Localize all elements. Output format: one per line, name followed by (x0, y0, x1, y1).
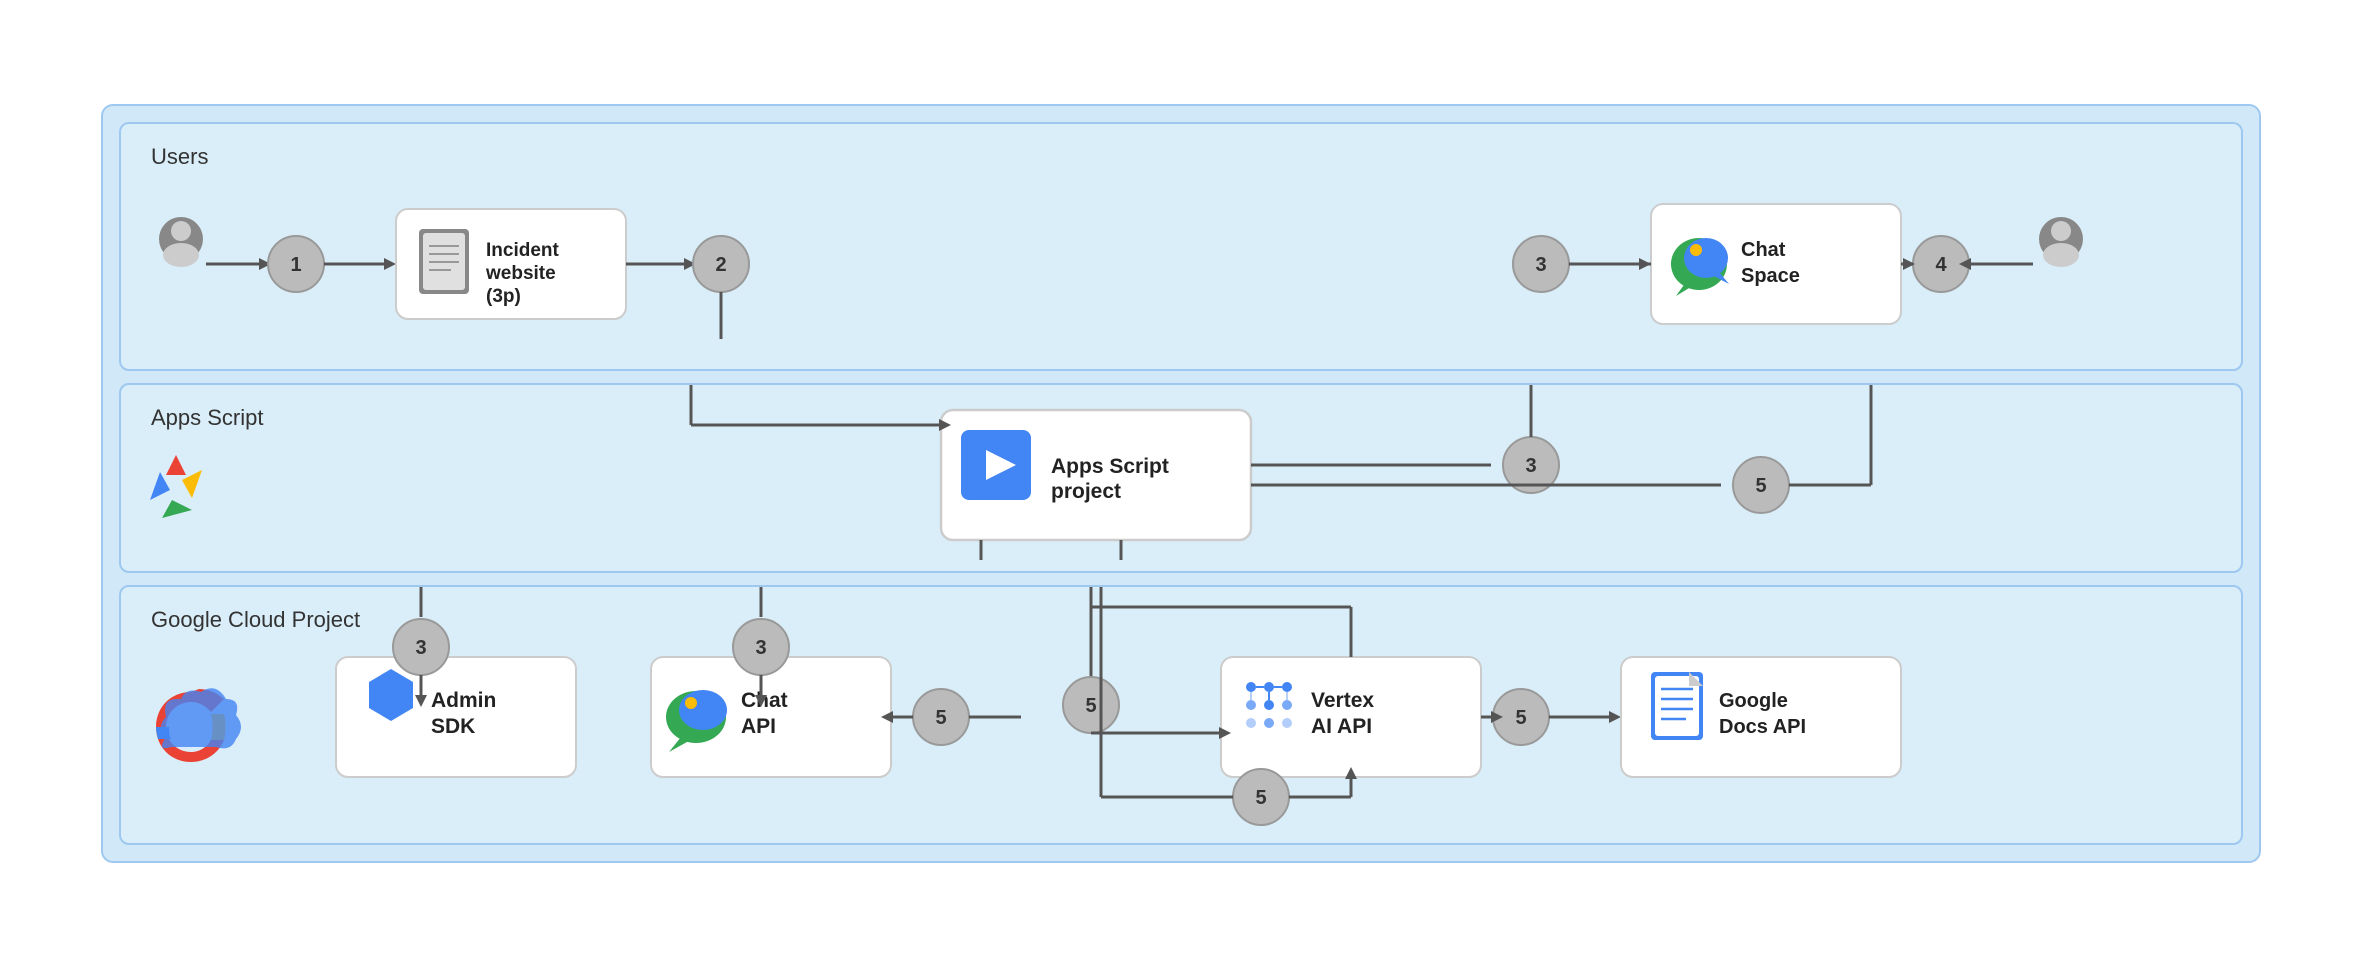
svg-text:AI API: AI API (1311, 715, 1372, 738)
outer-box: Users 1 (101, 104, 2261, 863)
svg-text:5: 5 (1085, 695, 1096, 717)
svg-text:website: website (485, 263, 556, 284)
svg-text:Google: Google (1719, 690, 1788, 712)
svg-text:3: 3 (1525, 455, 1536, 477)
cloud-row-svg: Admin SDK 3 Chat API 3 (121, 587, 2251, 847)
svg-text:1: 1 (290, 254, 301, 276)
svg-text:3: 3 (415, 637, 426, 659)
svg-text:5: 5 (1755, 475, 1766, 497)
svg-text:Vertex: Vertex (1311, 689, 1374, 712)
svg-text:Apps Script: Apps Script (1051, 455, 1169, 478)
section-google-cloud: Google Cloud Project Admin SDK (119, 585, 2243, 845)
svg-text:Space: Space (1741, 265, 1800, 287)
svg-text:Incident: Incident (486, 240, 560, 261)
svg-text:5: 5 (1255, 787, 1266, 809)
svg-text:3: 3 (1535, 254, 1546, 276)
svg-text:API: API (741, 715, 776, 738)
section-apps-script: Apps Script Apps Script project (119, 383, 2243, 573)
apps-script-row-svg: Apps Script project 3 (121, 385, 2251, 565)
users-row-svg: 1 Incident website (3p) (151, 184, 2281, 344)
section-users: Users 1 (119, 122, 2243, 371)
svg-text:project: project (1051, 480, 1121, 503)
svg-text:Chat: Chat (1741, 239, 1786, 261)
svg-text:3: 3 (755, 637, 766, 659)
svg-text:Docs API: Docs API (1719, 716, 1806, 738)
svg-text:Admin: Admin (431, 689, 496, 712)
diagram-container: Users 1 (81, 84, 2281, 883)
section-users-label: Users (151, 144, 2211, 170)
svg-text:SDK: SDK (431, 715, 475, 738)
svg-text:5: 5 (935, 707, 946, 729)
svg-text:Chat: Chat (741, 689, 788, 712)
svg-text:4: 4 (1935, 254, 1947, 276)
svg-text:2: 2 (715, 254, 726, 276)
svg-text:(3p): (3p) (486, 286, 521, 307)
svg-text:5: 5 (1515, 707, 1526, 729)
